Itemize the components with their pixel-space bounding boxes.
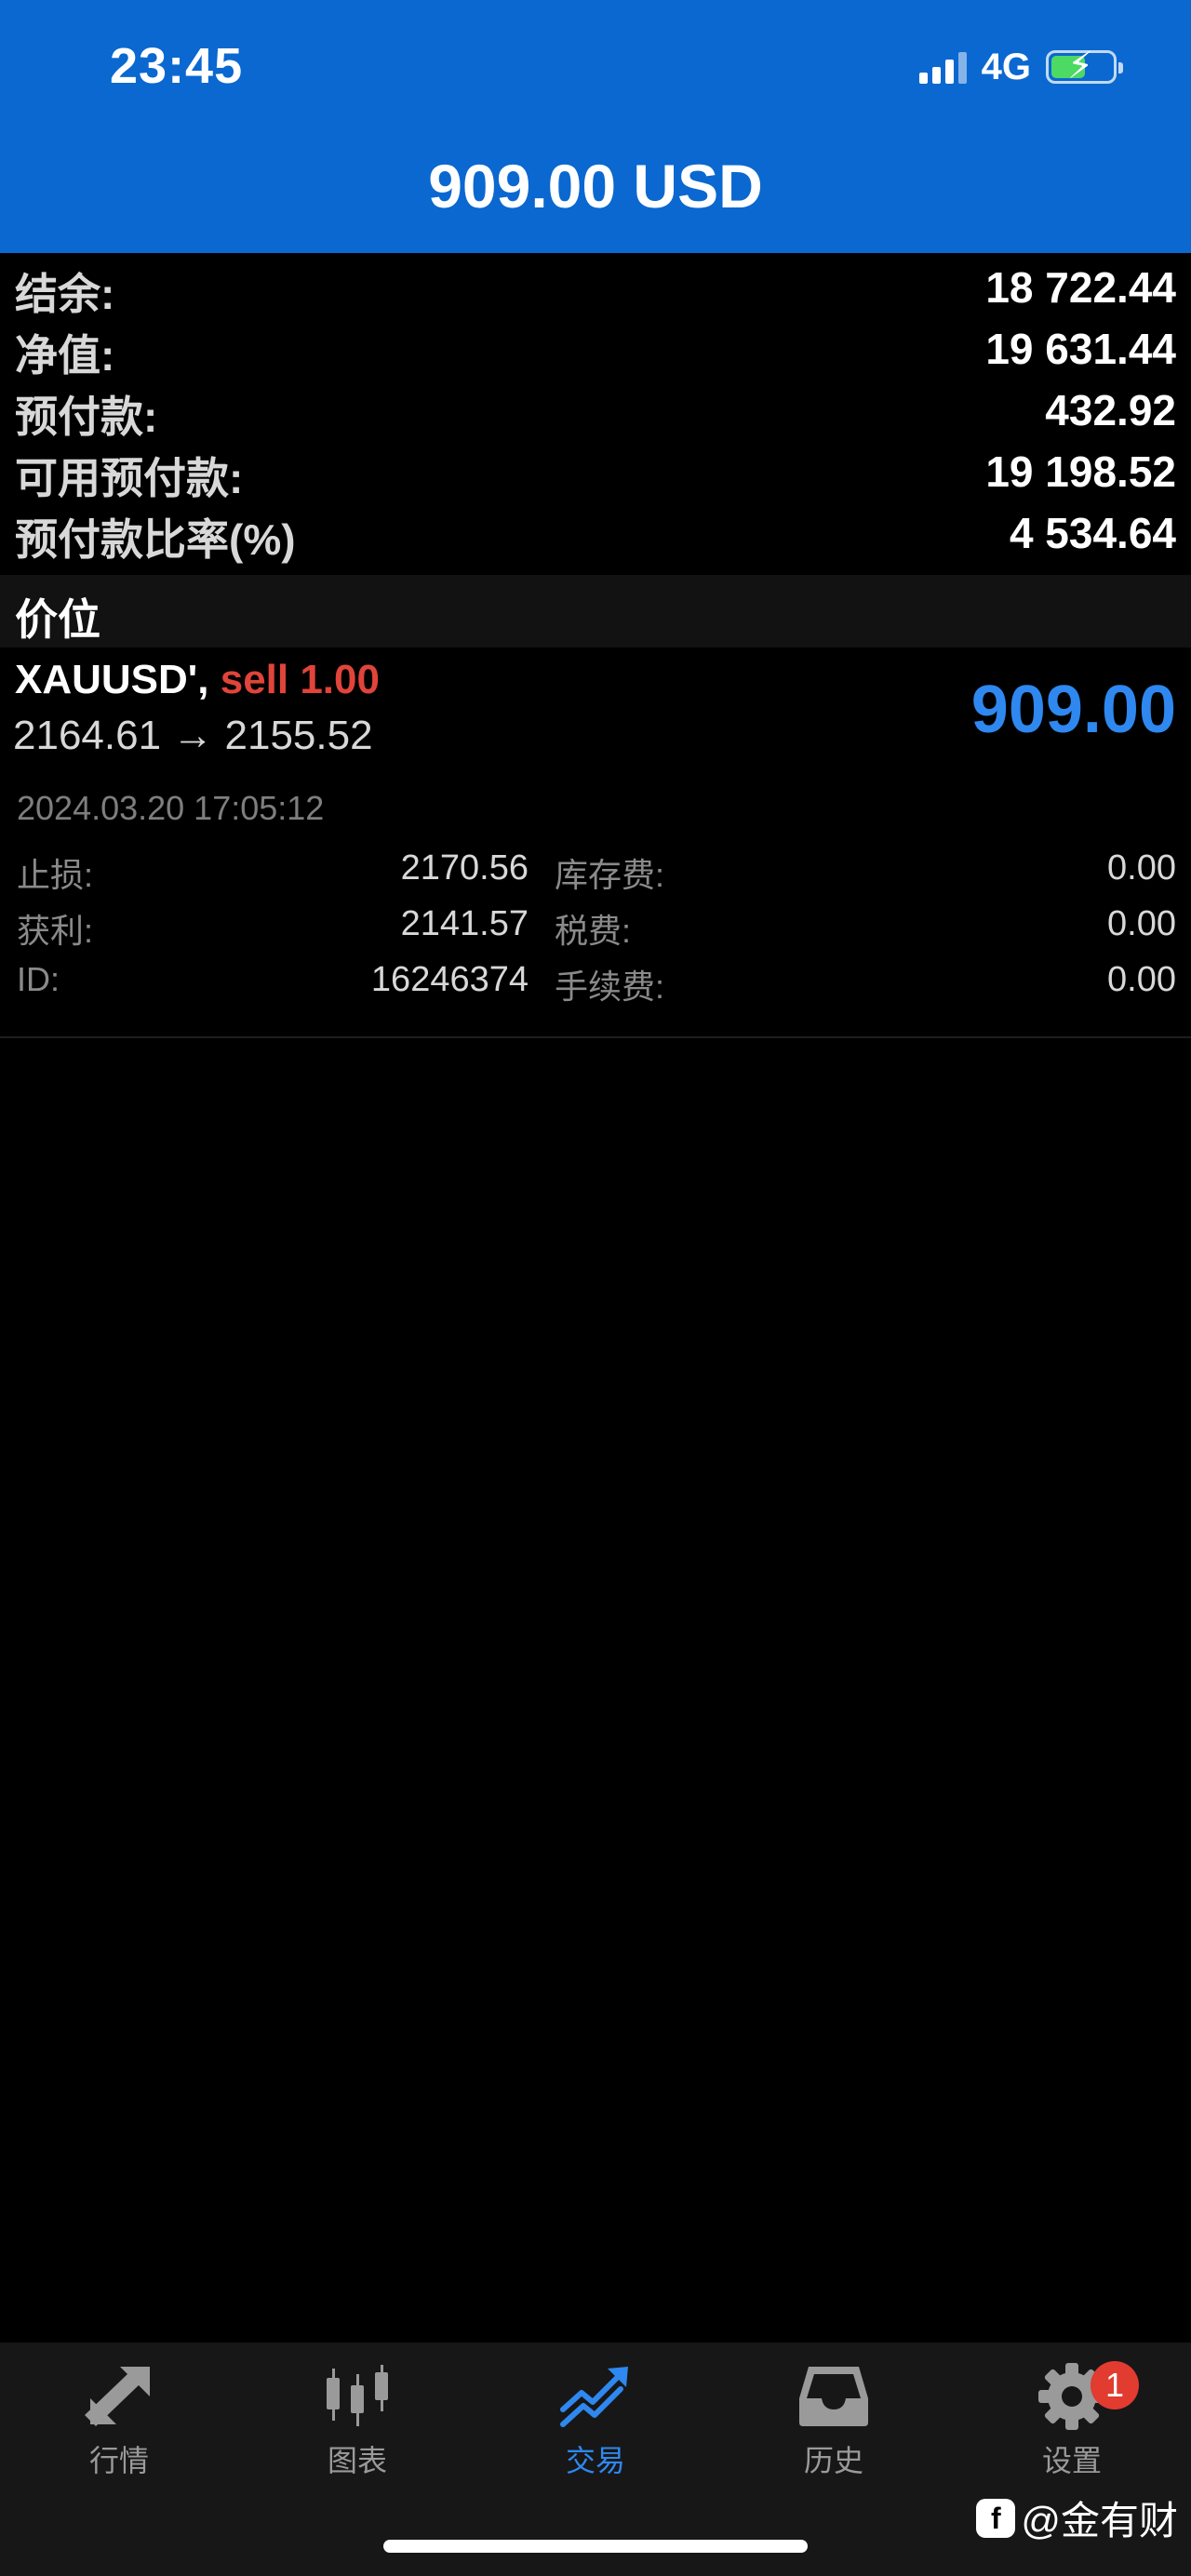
- positions-section-header: 价位: [0, 575, 1191, 647]
- stop-loss-value: 2170.56: [400, 848, 529, 888]
- stop-loss-label: 止损:: [17, 856, 94, 894]
- watermark-logo-icon: f: [976, 2498, 1016, 2538]
- divider: [0, 1036, 1191, 1038]
- take-profit-value: 2141.57: [400, 904, 529, 943]
- commission-label: 手续费:: [555, 968, 665, 1006]
- position-side: sell 1.00: [220, 657, 380, 702]
- margin-level-label: 预付款比率(%): [15, 515, 296, 564]
- status-icons: 4G ⚡: [918, 43, 1123, 91]
- position-profit: 909.00: [970, 673, 1176, 747]
- candlestick-chart-icon: [327, 2365, 388, 2426]
- tab-label: 图表: [327, 2444, 387, 2477]
- tab-label: 行情: [88, 2444, 149, 2477]
- balance-value: 18 722.44: [985, 263, 1176, 312]
- summary-row-margin-level: 预付款比率(%) 4 534.64: [0, 499, 1191, 564]
- equity-value: 19 631.44: [985, 325, 1176, 373]
- position-symbol: XAUUSD',: [15, 657, 209, 702]
- account-summary: 结余: 18 722.44 净值: 19 631.44 预付款: 432.92 …: [0, 253, 1191, 564]
- swap-label: 库存费:: [555, 856, 665, 894]
- tab-label: 设置: [1041, 2444, 1102, 2477]
- position-open-time: 2024.03.20 17:05:12: [17, 789, 325, 827]
- position-symbol-line: XAUUSD', sell 1.00: [15, 657, 380, 703]
- commission-value: 0.00: [1107, 960, 1176, 999]
- tab-trade[interactable]: 交易: [476, 2361, 715, 2510]
- summary-row-balance: 结余: 18 722.44: [0, 253, 1191, 318]
- quotes-arrows-icon: [85, 2367, 150, 2426]
- watermark-text: @金有财: [1021, 2499, 1178, 2543]
- equity-label: 净值:: [15, 331, 115, 380]
- margin-value: 432.92: [1045, 386, 1176, 434]
- tab-charts[interactable]: 图表: [238, 2361, 476, 2510]
- summary-row-equity: 净值: 19 631.44: [0, 314, 1191, 380]
- balance-label: 结余:: [15, 270, 115, 318]
- status-time: 23:45: [110, 38, 244, 94]
- position-prices: 2164.61 → 2155.52: [13, 713, 373, 758]
- swap-value: 0.00: [1107, 848, 1176, 888]
- total-profit-header: 909.00 USD: [428, 152, 763, 220]
- detail-row: 获利: 2141.57 税费: 0.00: [0, 904, 1191, 960]
- battery-charging-icon: ⚡: [1046, 47, 1123, 85]
- take-profit-label: 获利:: [17, 912, 94, 950]
- network-type: 4G: [981, 46, 1031, 87]
- section-title: 价位: [15, 595, 100, 644]
- tab-label: 交易: [565, 2444, 625, 2477]
- margin-label: 预付款:: [15, 393, 158, 441]
- tab-history[interactable]: 历史: [715, 2361, 953, 2510]
- taxes-label: 税费:: [555, 912, 632, 950]
- tab-label: 历史: [803, 2444, 863, 2477]
- top-header: 23:45 4G ⚡ 909.00 USD: [0, 0, 1191, 253]
- free-margin-value: 19 198.52: [985, 447, 1176, 496]
- position-item[interactable]: XAUUSD', sell 1.00 2164.61 → 2155.52 909…: [0, 647, 1191, 1038]
- watermark: f @金有财: [976, 2489, 1178, 2546]
- summary-row-free-margin: 可用预付款: 19 198.52: [0, 437, 1191, 502]
- tab-quotes[interactable]: 行情: [0, 2361, 238, 2510]
- settings-notification-badge: 1: [1091, 2361, 1139, 2409]
- taxes-value: 0.00: [1107, 904, 1176, 943]
- detail-row: 止损: 2170.56 库存费: 0.00: [0, 848, 1191, 904]
- free-margin-label: 可用预付款:: [15, 454, 244, 502]
- margin-level-value: 4 534.64: [1009, 509, 1176, 557]
- detail-row: ID: 16246374 手续费: 0.00: [0, 960, 1191, 1016]
- signal-strength-icon: [918, 50, 967, 84]
- history-inbox-icon: [799, 2367, 868, 2426]
- tab-settings[interactable]: 设置 1: [953, 2361, 1191, 2510]
- summary-row-margin: 预付款: 432.92: [0, 376, 1191, 441]
- id-label: ID:: [17, 960, 60, 998]
- id-value: 16246374: [370, 960, 529, 999]
- home-indicator[interactable]: [383, 2540, 808, 2553]
- trade-trend-icon: [560, 2367, 628, 2427]
